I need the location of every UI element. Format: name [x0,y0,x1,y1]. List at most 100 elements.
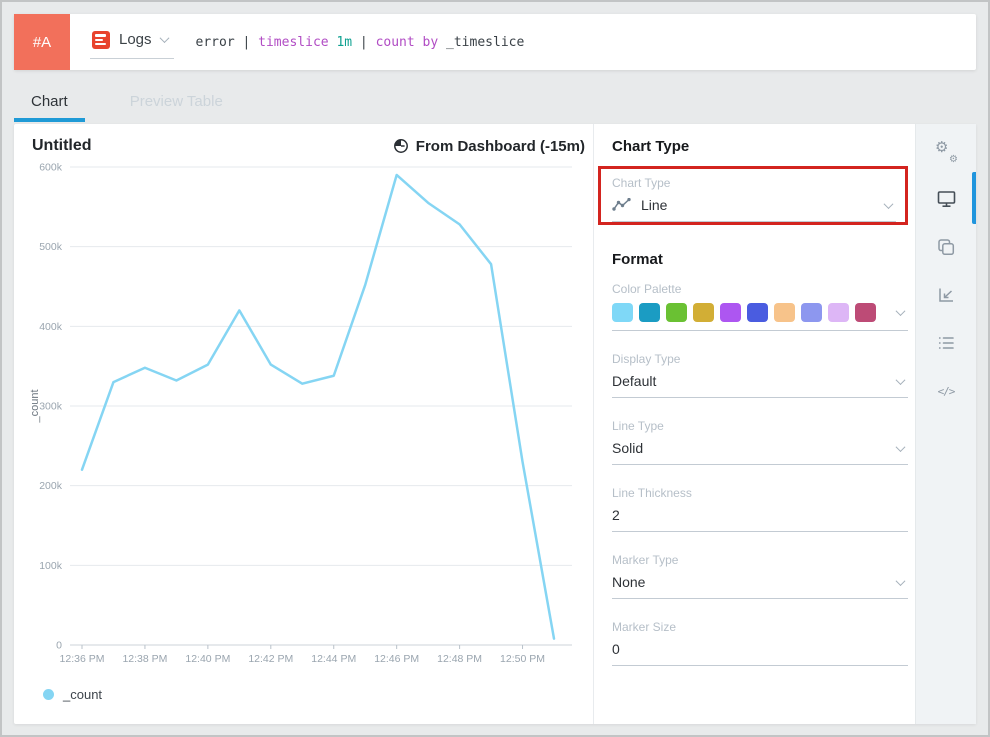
field-line-thickness: Line Thickness 2 [612,486,908,532]
panel-editor-window: #A Logs error | timeslice 1m | count by … [0,0,990,737]
list-icon [936,333,956,353]
clock-icon [393,138,409,154]
field-display-type: Display Type Default [612,352,908,398]
chart-header: Untitled From Dashboard (-15m) [14,124,593,155]
display-settings-button[interactable] [931,184,961,214]
query-segment: _timeslice [438,35,524,50]
query-segment: timeslice [258,35,336,50]
svg-text:12:50 PM: 12:50 PM [500,653,545,665]
marker-size-input[interactable]: 0 [612,641,908,666]
svg-text:400k: 400k [39,321,63,333]
tab-bar: Chart Preview Table [14,84,240,122]
tab-preview-table[interactable]: Preview Table [113,84,240,122]
line-type-dropdown[interactable]: Solid [612,440,908,465]
chevron-down-icon [896,375,906,385]
palette-swatch [666,303,687,322]
chevron-down-icon [896,442,906,452]
gears-icon: ⚙⚙ [935,140,957,162]
format-fields: Display Type Default Line Type Solid Line Th… [612,352,908,666]
line-thickness-value: 2 [612,507,908,523]
chevron-down-icon [896,306,906,316]
line-type-value: Solid [612,440,897,456]
marker-size-value: 0 [612,641,908,657]
color-palette-dropdown[interactable] [612,303,908,331]
palette-swatch [639,303,660,322]
query-bar: #A Logs error | timeslice 1m | count by … [14,14,976,70]
monitor-icon [936,189,957,209]
svg-text:12:44 PM: 12:44 PM [311,653,356,665]
palette-swatch [720,303,741,322]
line-type-label: Line Type [612,419,908,433]
source-type-selector[interactable]: Logs [90,26,174,59]
marker-type-dropdown[interactable]: None [612,574,908,599]
json-code-button[interactable]: </> [931,376,961,406]
query-segment: 1m [336,35,352,50]
legend-item[interactable]: _count [43,687,102,702]
marker-type-label: Marker Type [612,553,908,567]
svg-text:12:38 PM: 12:38 PM [122,653,167,665]
palette-swatch [693,303,714,322]
chart-svg: 0 100k 200k 300k 400k 500k 600k 12:36 PM 12:38 P… [24,157,580,673]
svg-text:300k: 300k [39,401,63,413]
palette-swatch [855,303,876,322]
display-type-label: Display Type [612,352,908,366]
line-thickness-input[interactable]: 2 [612,507,908,532]
palette-swatch [774,303,795,322]
time-range-label: From Dashboard (-15m) [416,138,585,155]
panel-settings-button[interactable]: ⚙⚙ [931,136,961,166]
svg-text:600k: 600k [39,162,63,174]
svg-text:100k: 100k [39,560,63,572]
marker-size-label: Marker Size [612,620,908,634]
palette-swatch [612,303,633,322]
query-segment: | [235,35,258,50]
format-section-title: Format [612,251,908,268]
highlight-box: Chart Type Line [598,166,908,225]
svg-text:12:46 PM: 12:46 PM [374,653,419,665]
query-segment: count by [376,35,439,50]
panel-badge: #A [14,14,70,70]
svg-text:12:48 PM: 12:48 PM [437,653,482,665]
axes-settings-button[interactable] [931,280,961,310]
field-marker-type: Marker Type None [612,553,908,599]
chevron-down-icon [896,576,906,586]
chart-axes-icon [936,285,956,305]
chart-type-value: Line [641,197,885,213]
chevron-down-icon [159,33,169,43]
svg-text:12:42 PM: 12:42 PM [248,653,293,665]
overlapping-squares-icon [936,237,956,257]
active-tool-indicator [972,172,976,224]
icon-rail: ⚙⚙ [915,124,976,724]
main-panel: Untitled From Dashboard (-15m) 0 100k 200k… [14,124,976,724]
line-chart-icon [612,198,631,212]
chart-title: Untitled [32,137,92,155]
svg-text:0: 0 [56,640,62,652]
legend-label: _count [63,687,102,702]
chart-type-section-title: Chart Type [612,138,908,155]
color-palette-label: Color Palette [612,282,908,296]
query-segment: error [196,35,235,50]
display-type-dropdown[interactable]: Default [612,373,908,398]
display-type-value: Default [612,373,897,389]
query-segment: | [352,35,375,50]
logs-icon [92,31,110,49]
svg-text:12:40 PM: 12:40 PM [185,653,230,665]
svg-text:_count: _count [29,389,41,423]
legend-settings-button[interactable] [931,328,961,358]
palette-swatch [747,303,768,322]
overlay-panels-button[interactable] [931,232,961,262]
svg-text:12:36 PM: 12:36 PM [60,653,105,665]
svg-text:500k: 500k [39,241,63,253]
marker-type-value: None [612,574,897,590]
palette-swatch [801,303,822,322]
chevron-down-icon [884,199,894,209]
time-range-button[interactable]: From Dashboard (-15m) [393,138,585,155]
chart-type-dropdown[interactable]: Line [612,197,896,222]
query-input[interactable]: error | timeslice 1m | count by _timesli… [196,35,525,50]
tab-chart[interactable]: Chart [14,84,85,122]
field-line-type: Line Type Solid [612,419,908,465]
svg-text:200k: 200k [39,480,63,492]
settings-panel: Chart Type Chart Type Line Format Color … [594,124,915,724]
color-palette-swatches [612,303,897,322]
legend-dot-icon [43,689,54,700]
line-thickness-label: Line Thickness [612,486,908,500]
